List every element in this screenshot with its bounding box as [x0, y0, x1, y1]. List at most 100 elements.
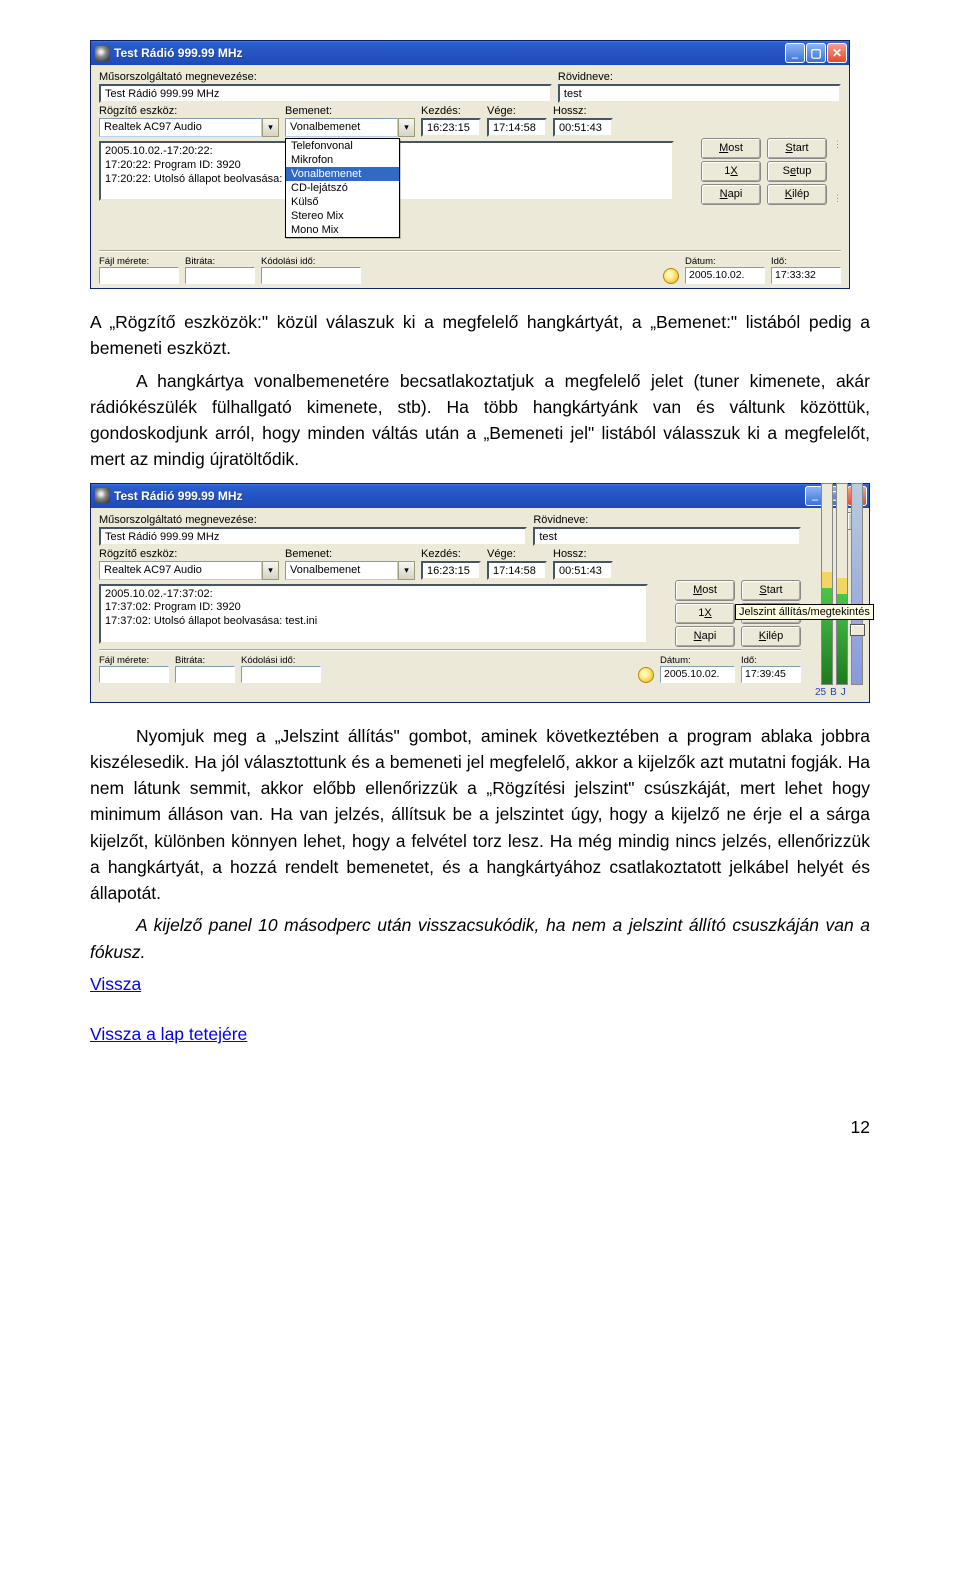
exit-button[interactable]: Kilép — [767, 184, 827, 205]
dropdown-option[interactable]: Mikrofon — [286, 153, 399, 167]
status-label-file: Fájl mérete: — [99, 655, 169, 666]
status-label-enc: Kódolási idő: — [261, 256, 361, 267]
log-line: 2005.10.02.-17:37:02: — [105, 588, 642, 602]
label-short: Rövidneve: — [558, 71, 841, 83]
status-label-file: Fájl mérete: — [99, 256, 179, 267]
back-link[interactable]: Vissza — [90, 974, 141, 994]
napi-button[interactable]: Napi — [701, 184, 761, 205]
most-button[interactable]: Most — [701, 138, 761, 159]
titlebar[interactable]: Test Rádió 999.99 MHz _ ▢ ✕ — [91, 41, 849, 65]
status-enc — [241, 666, 321, 683]
napi-button[interactable]: Napi — [675, 626, 735, 647]
app-icon — [95, 46, 110, 61]
window-title: Test Rádió 999.99 MHz — [114, 489, 805, 503]
input-combo[interactable]: Vonalbemenet ▾ — [285, 561, 415, 580]
dots-icon: ⋮ — [833, 195, 841, 201]
status-time: 17:39:45 — [741, 666, 801, 683]
status-enc — [261, 267, 361, 284]
device-combo[interactable]: Realtek AC97 Audio ▾ — [99, 561, 279, 580]
start-time-field[interactable]: 16:23:15 — [421, 118, 481, 137]
status-date: 2005.10.02. — [660, 666, 735, 683]
label-input: Bemenet: — [285, 548, 415, 560]
chevron-down-icon[interactable]: ▾ — [262, 118, 279, 137]
sun-icon — [663, 268, 679, 284]
body-paragraph-2: A hangkártya vonalbemenetére becsatlakoz… — [90, 368, 870, 473]
dropdown-option[interactable]: Telefonvonal — [286, 139, 399, 153]
status-label-enc: Kódolási idő: — [241, 655, 321, 666]
status-file — [99, 666, 169, 683]
meter-slider-track[interactable] — [851, 483, 863, 685]
input-combo[interactable]: Vonalbemenet ▾ — [285, 118, 415, 137]
chevron-down-icon[interactable]: ▾ — [398, 118, 415, 137]
x1-button[interactable]: 1X — [675, 603, 735, 624]
start-button[interactable]: Start — [767, 138, 827, 159]
maximize-button[interactable]: ▢ — [806, 43, 826, 63]
label-provider: Műsorszolgáltató megnevezése: — [99, 71, 552, 83]
status-bitrate — [185, 267, 255, 284]
provider-field[interactable]: Test Rádió 999.99 MHz — [99, 84, 552, 103]
app-window-1: Test Rádió 999.99 MHz _ ▢ ✕ Műsorszolgál… — [90, 40, 850, 289]
label-end: Vége: — [487, 548, 547, 560]
status-label-time: Idő: — [771, 256, 841, 267]
titlebar[interactable]: Test Rádió 999.99 MHz _ ▢ ✕ — [91, 484, 869, 508]
sun-icon — [638, 667, 654, 683]
meter-value: 25 — [815, 687, 826, 698]
log-line: 17:37:02: Utolsó állapot beolvasása: tes… — [105, 615, 642, 629]
dropdown-option[interactable]: Mono Mix — [286, 223, 399, 237]
body-paragraph-4: A kijelző panel 10 másodperc után vissza… — [90, 912, 870, 965]
dropdown-option[interactable]: Stereo Mix — [286, 209, 399, 223]
body-paragraph-1: A „Rögzítő eszközök:" közül válaszuk ki … — [90, 309, 870, 362]
end-time-field[interactable]: 17:14:58 — [487, 118, 547, 137]
top-link[interactable]: Vissza a lap tetejére — [90, 1024, 247, 1044]
most-button[interactable]: Most — [675, 580, 735, 601]
log-line: 17:37:02: Program ID: 3920 — [105, 601, 642, 615]
meter-right — [836, 483, 848, 685]
short-field[interactable]: test — [533, 527, 801, 546]
setup-button[interactable]: Setup — [767, 161, 827, 182]
meter-label-b: B — [830, 687, 837, 698]
label-start: Kezdés: — [421, 105, 481, 117]
log-area: 2005.10.02.-17:37:02: 17:37:02: Program … — [99, 584, 648, 644]
end-time-field[interactable]: 17:14:58 — [487, 561, 547, 580]
length-field[interactable]: 00:51:43 — [553, 561, 613, 580]
page-number: 12 — [90, 1117, 870, 1138]
close-button[interactable]: ✕ — [827, 43, 847, 63]
app-icon — [95, 488, 110, 503]
status-bitrate — [175, 666, 235, 683]
label-device: Rögzítő eszköz: — [99, 548, 279, 560]
start-time-field[interactable]: 16:23:15 — [421, 561, 481, 580]
label-end: Vége: — [487, 105, 547, 117]
slider-thumb[interactable] — [850, 624, 865, 636]
exit-button[interactable]: Kilép — [741, 626, 801, 647]
status-label-bitrate: Bitráta: — [185, 256, 255, 267]
label-length: Hossz: — [553, 105, 613, 117]
dropdown-option[interactable]: CD-lejátszó — [286, 181, 399, 195]
label-length: Hossz: — [553, 548, 613, 560]
window-title: Test Rádió 999.99 MHz — [114, 46, 785, 60]
meter-label-j: J — [841, 687, 846, 698]
device-combo[interactable]: Realtek AC97 Audio ▾ — [99, 118, 279, 137]
label-start: Kezdés: — [421, 548, 481, 560]
start-button[interactable]: Start — [741, 580, 801, 601]
x1-button[interactable]: 1X — [701, 161, 761, 182]
input-dropdown[interactable]: Telefonvonal Mikrofon Vonalbemenet CD-le… — [285, 138, 400, 238]
status-label-date: Dátum: — [660, 655, 735, 666]
dropdown-option-selected[interactable]: Vonalbemenet — [286, 167, 399, 181]
dots-icon: ⋮ — [833, 141, 841, 147]
length-field[interactable]: 00:51:43 — [553, 118, 613, 137]
chevron-down-icon[interactable]: ▾ — [262, 561, 279, 580]
label-short: Rövidneve: — [533, 514, 801, 526]
label-device: Rögzítő eszköz: — [99, 105, 279, 117]
dropdown-option[interactable]: Külső — [286, 195, 399, 209]
chevron-down-icon[interactable]: ▾ — [398, 561, 415, 580]
minimize-button[interactable]: _ — [785, 43, 805, 63]
status-time: 17:33:32 — [771, 267, 841, 284]
status-file — [99, 267, 179, 284]
status-date: 2005.10.02. — [685, 267, 765, 284]
status-label-date: Dátum: — [685, 256, 765, 267]
tooltip: Jelszint állítás/megtekintés — [735, 604, 874, 620]
short-field[interactable]: test — [558, 84, 841, 103]
app-window-2: Test Rádió 999.99 MHz _ ▢ ✕ Műsorszolgál… — [90, 483, 870, 703]
provider-field[interactable]: Test Rádió 999.99 MHz — [99, 527, 527, 546]
status-label-bitrate: Bitráta: — [175, 655, 235, 666]
